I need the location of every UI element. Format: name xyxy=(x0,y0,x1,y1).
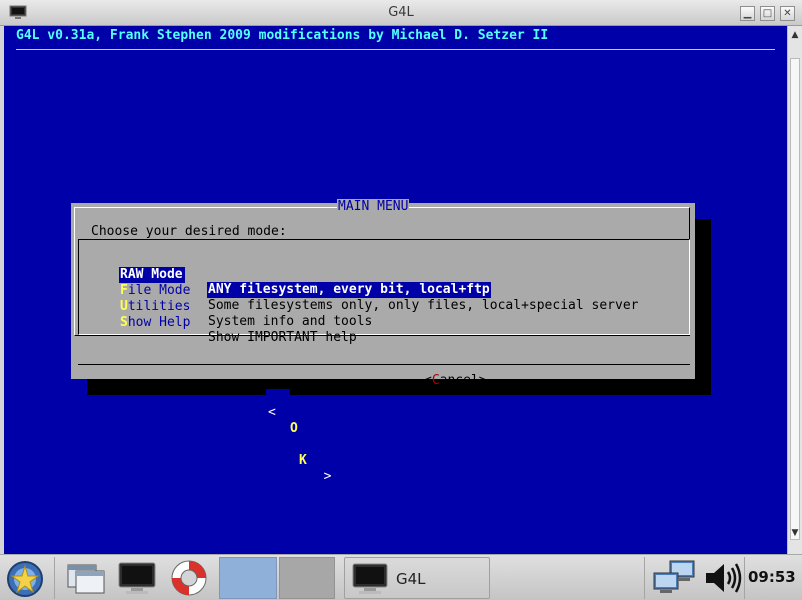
taskbar-separator xyxy=(744,557,745,599)
menu-desc-utilities[interactable]: System info and tools xyxy=(207,314,373,330)
menu-item-raw-mode[interactable]: RAW Mode ANY filesystem, every bit, loca… xyxy=(119,252,491,298)
vertical-scrollbar[interactable]: ▲ ▼ xyxy=(787,26,802,554)
menu-desc-raw-mode[interactable]: ANY filesystem, every bit, local+ftp xyxy=(207,282,491,298)
clock[interactable]: 09:53 xyxy=(748,568,796,586)
maximize-button[interactable]: □ xyxy=(760,6,775,21)
menu-desc-file-mode[interactable]: Some filesystems only, only files, local… xyxy=(207,298,639,314)
scroll-down-icon[interactable]: ▼ xyxy=(790,528,800,538)
start-menu-icon[interactable] xyxy=(4,559,46,597)
taskbar-separator xyxy=(644,557,645,599)
workspace-2[interactable] xyxy=(279,557,335,599)
backtitle: G4L v0.31a, Frank Stephen 2009 modificat… xyxy=(16,28,549,43)
terminal-launcher-icon[interactable] xyxy=(117,559,157,597)
task-terminal-icon xyxy=(352,563,388,594)
taskbar: G4L 09:53 xyxy=(0,554,802,600)
scrollbar-thumb[interactable] xyxy=(790,58,800,540)
task-label: G4L xyxy=(396,570,426,588)
menu-item-file-mode[interactable]: File Mode Some filesystems only, only fi… xyxy=(119,268,638,313)
dialog-title: MAIN MENU xyxy=(337,199,410,214)
workspace-1[interactable] xyxy=(219,557,277,599)
volume-icon[interactable] xyxy=(702,559,742,597)
backtitle-divider xyxy=(16,49,775,50)
scroll-up-icon[interactable]: ▲ xyxy=(790,30,800,40)
terminal-screen[interactable]: G4L v0.31a, Frank Stephen 2009 modificat… xyxy=(4,26,787,554)
minimize-button[interactable]: ▁ xyxy=(740,6,755,21)
button-divider xyxy=(78,364,690,365)
ok-button[interactable]: < O K > xyxy=(266,373,332,484)
cancel-button[interactable]: <Cancel> xyxy=(424,373,487,389)
network-icon[interactable] xyxy=(652,559,698,597)
dialog-frame: MAIN MENU Choose your desired mode: RAW … xyxy=(74,199,690,345)
window-title: G4L xyxy=(388,5,414,20)
close-button[interactable]: ✕ xyxy=(780,6,795,21)
help-lifebuoy-icon[interactable] xyxy=(166,559,212,597)
dialog-prompt: Choose your desired mode: xyxy=(91,224,287,239)
window-titlebar[interactable]: G4L ▁ □ ✕ xyxy=(0,0,802,26)
menu-item-show-help[interactable]: Show Help Show IMPORTANT help xyxy=(119,300,357,345)
show-desktop-icon[interactable] xyxy=(66,559,106,597)
taskbar-task-g4l[interactable]: G4L xyxy=(344,557,490,599)
menu-item-utilities[interactable]: Utilities System info and tools xyxy=(119,284,372,329)
taskbar-separator xyxy=(54,557,55,599)
menu-tag-show-help[interactable]: Show Help xyxy=(119,315,190,331)
main-menu-dialog: MAIN MENU Choose your desired mode: RAW … xyxy=(71,199,695,484)
menu-desc-show-help[interactable]: Show IMPORTANT help xyxy=(207,330,358,346)
